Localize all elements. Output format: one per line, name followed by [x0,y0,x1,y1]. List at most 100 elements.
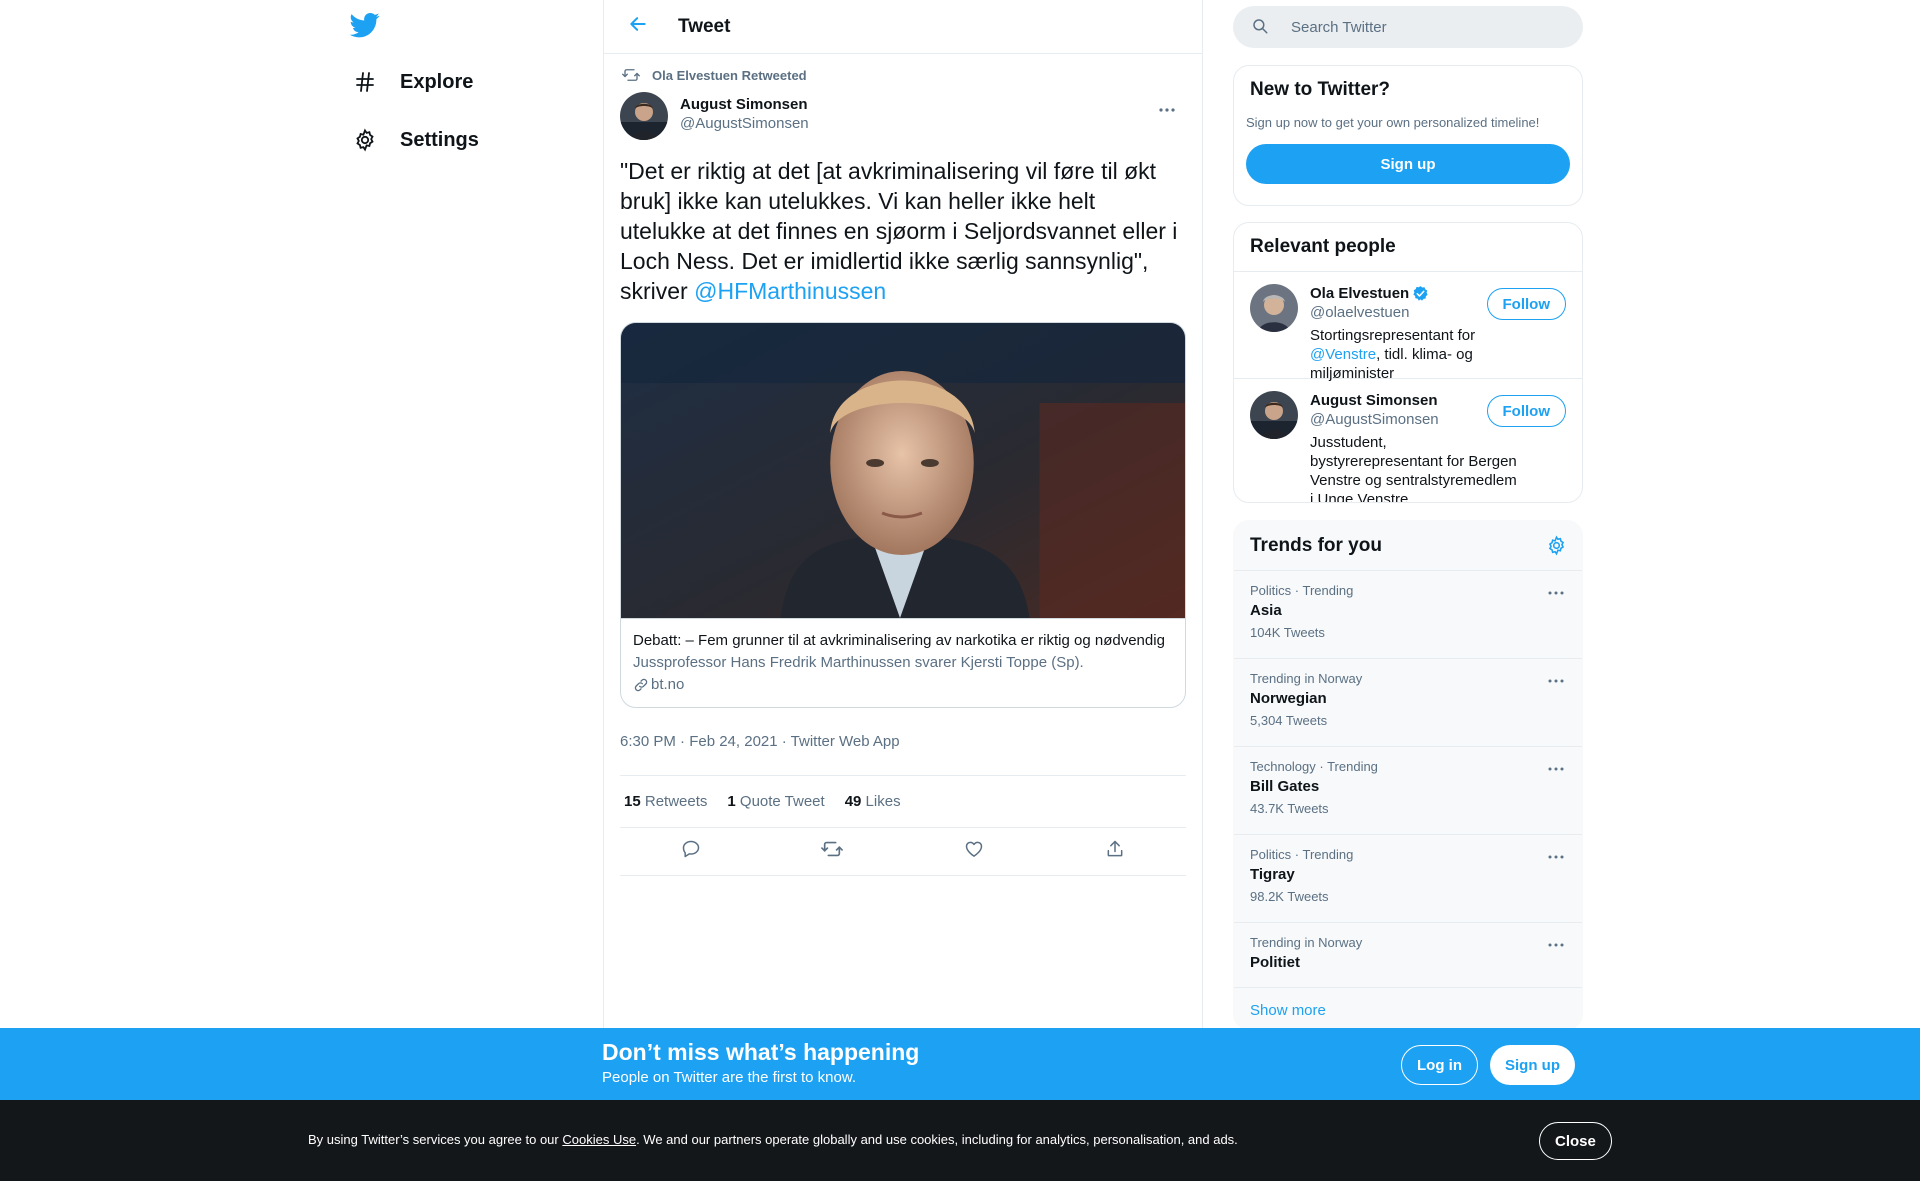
new-to-twitter-panel: New to Twitter? Sign up now to get your … [1233,65,1583,206]
banner-signup-button[interactable]: Sign up [1490,1045,1575,1085]
person-avatar[interactable] [1250,391,1298,439]
more-icon[interactable] [1544,847,1568,867]
trend-item[interactable]: Politics · Trending Asia 104K Tweets [1234,571,1582,659]
page-title: Tweet [678,15,731,37]
quotes-label: Quote Tweet [739,793,825,810]
more-icon [1158,100,1176,118]
link-card[interactable]: Debatt: – Fem grunner til at avkriminali… [620,322,1186,708]
nav-settings[interactable]: Settings [352,127,479,153]
author-avatar[interactable] [620,92,668,140]
person-bio: Stortingsrepresentant for @Venstre, tidl… [1310,326,1520,383]
relevant-people-title: Relevant people [1250,236,1396,257]
retweeted-by-text[interactable]: Ola Elvestuen Retweeted [652,68,807,83]
person-bio-mention[interactable]: @Venstre [1310,346,1376,363]
trend-context: Trending in Norway [1250,935,1363,950]
likes-label: Likes [865,793,901,810]
login-button[interactable]: Log in [1401,1045,1478,1085]
trend-item[interactable]: Trending in Norway Politiet [1234,923,1582,988]
trend-name: Tigray [1250,866,1295,883]
quotes-count: 1 [727,793,736,810]
trend-count: 104K Tweets [1250,625,1325,640]
likes-stat[interactable]: 49 Likes [845,793,901,810]
card-body: Debatt: – Fem grunner til at avkriminali… [621,618,1185,707]
main-column: Tweet Ola Elvestuen Retweeted August Sim… [603,0,1203,1181]
page-header: Tweet [604,0,1202,54]
retweet-button[interactable] [814,834,850,870]
trend-count: 98.2K Tweets [1250,889,1329,904]
trends-header: Trends for you [1234,521,1582,571]
reply-button[interactable] [673,834,709,870]
sidebar-signup-button[interactable]: Sign up [1246,144,1570,184]
reply-icon [681,839,701,864]
person-card[interactable]: Ola Elvestuen @olaelvestuen Stortingsrep… [1234,272,1582,382]
trend-item[interactable]: Politics · Trending Tigray 98.2K Tweets [1234,835,1582,923]
relevant-people-panel: Relevant people Ola Elvestuen @olaelvest… [1233,222,1583,503]
trend-name: Bill Gates [1250,778,1320,795]
card-image [621,323,1185,618]
tweet-timestamp: 6:30 PM · Feb 24, 2021 · Twitter Web App [620,724,1186,776]
author-name[interactable]: August Simonsen [680,95,809,114]
person-bio-text: Jusstudent, bystyrerepresentant for Berg… [1310,434,1517,503]
search-input[interactable] [1291,18,1551,36]
hashtag-icon [352,69,378,95]
trend-item[interactable]: Trending in Norway Norwegian 5,304 Tweet… [1234,659,1582,747]
trends-title: Trends for you [1250,534,1382,556]
banner-subtitle: People on Twitter are the first to know. [602,1069,857,1086]
twitter-bird-icon[interactable] [349,10,382,42]
back-button[interactable] [620,9,656,45]
trend-name: Politiet [1250,954,1301,971]
retweet-icon [821,838,844,865]
verified-badge-icon [1412,285,1429,302]
more-icon[interactable] [1544,935,1568,955]
person-name-text: August Simonsen [1310,392,1438,409]
nav-explore[interactable]: Explore [352,69,473,95]
retweets-label: Retweets [644,793,708,810]
retweets-stat[interactable]: 15 Retweets [624,793,707,810]
share-button[interactable] [1097,834,1133,870]
card-title: Debatt: – Fem grunner til at avkriminali… [633,632,1165,649]
trend-item[interactable]: Technology · Trending Bill Gates 43.7K T… [1234,747,1582,835]
card-domain-text: bt.no [651,676,685,693]
more-icon[interactable] [1544,759,1568,779]
tweet-mention-link[interactable]: @HFMarthinussen [694,278,886,304]
trend-context: Technology · Trending [1250,759,1378,774]
person-avatar[interactable] [1250,284,1298,332]
trend-context: Politics · Trending [1250,847,1354,862]
arrow-left-icon [628,14,648,39]
cookie-close-button[interactable]: Close [1539,1122,1612,1160]
tweet-text: "Det er riktig at det [at avkriminaliser… [620,156,1186,306]
relevant-people-header: Relevant people [1234,223,1582,272]
follow-button[interactable]: Follow [1486,288,1566,320]
show-more-link[interactable]: Show more [1234,988,1582,1029]
person-name-text: Ola Elvestuen [1310,285,1410,302]
trend-name: Asia [1250,602,1282,619]
card-description: Jussprofessor Hans Fredrik Marthinussen … [633,654,1084,671]
nav-explore-label: Explore [400,70,474,93]
like-button[interactable] [956,834,992,870]
cookie-suffix: . We and our partners operate globally a… [636,1132,1238,1147]
author-info: August Simonsen @AugustSimonsen [680,92,809,133]
trend-context: Trending in Norway [1250,671,1363,686]
signup-banner: Don’t miss what’s happening People on Tw… [0,1028,1920,1100]
trend-count: 5,304 Tweets [1250,713,1328,728]
cookie-prefix: By using Twitter’s services you agree to… [308,1132,563,1147]
person-card[interactable]: August Simonsen @AugustSimonsen Jusstude… [1234,379,1582,502]
more-icon[interactable] [1544,583,1568,603]
cookie-bar: By using Twitter’s services you agree to… [0,1100,1920,1181]
trends-panel: Trends for you Politics · Trending Asia … [1233,520,1583,1030]
more-icon[interactable] [1544,671,1568,691]
more-options-button[interactable] [1152,94,1182,124]
quotes-stat[interactable]: 1 Quote Tweet [727,793,824,810]
follow-button[interactable]: Follow [1486,395,1566,427]
trend-count: 43.7K Tweets [1250,801,1329,816]
trends-settings-gear-icon[interactable] [1546,534,1568,557]
cookies-use-link[interactable]: Cookies Use [562,1132,636,1147]
author-handle[interactable]: @AugustSimonsen [680,114,809,133]
card-domain: bt.no [633,675,1173,695]
search-box[interactable] [1233,6,1583,48]
banner-title: Don’t miss what’s happening [602,1039,920,1065]
retweets-count: 15 [624,793,641,810]
person-bio-text: Stortingsrepresentant for [1310,327,1476,344]
retweet-context: Ola Elvestuen Retweeted [620,54,1186,92]
timestamp-text[interactable]: 6:30 PM · Feb 24, 2021 · Twitter Web App [620,733,900,750]
